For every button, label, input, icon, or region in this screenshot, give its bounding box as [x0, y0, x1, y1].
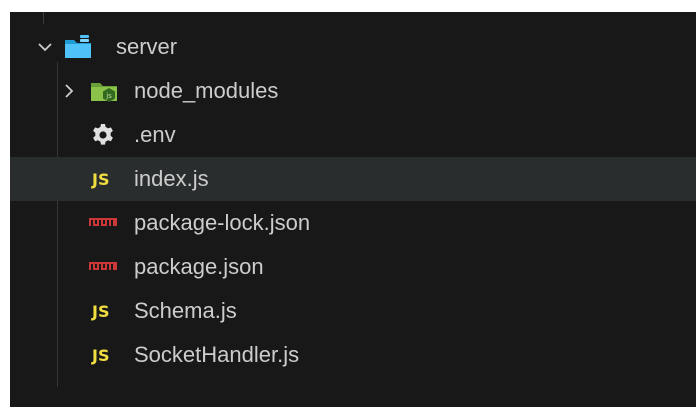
- node-modules-folder-icon: js: [90, 78, 118, 104]
- file-explorer-tree: server js node_modules .env JS index.js …: [10, 12, 696, 407]
- file-label-package-lock-json: package-lock.json: [134, 210, 311, 235]
- js-icon: JS: [92, 345, 110, 365]
- indent-guide-top: [43, 12, 44, 24]
- file-row-env[interactable]: .env: [10, 113, 696, 157]
- js-icon: JS: [92, 169, 110, 189]
- file-label-package-json: package.json: [134, 254, 264, 279]
- folder-row-server[interactable]: server: [10, 25, 696, 69]
- file-row-schema-js[interactable]: JS Schema.js: [10, 289, 696, 333]
- file-label-index-js: index.js: [134, 166, 209, 191]
- npm-icon: [88, 261, 118, 273]
- svg-text:js: js: [105, 92, 112, 100]
- file-row-package-json[interactable]: package.json: [10, 245, 696, 289]
- file-label-schema-js: Schema.js: [134, 298, 237, 323]
- folder-label-server: server: [116, 34, 178, 59]
- file-row-package-lock-json[interactable]: package-lock.json: [10, 201, 696, 245]
- folder-row-node-modules[interactable]: js node_modules: [10, 69, 696, 113]
- file-row-sockethandler-js[interactable]: JS SocketHandler.js: [10, 333, 696, 377]
- chevron-right-icon[interactable]: [58, 80, 80, 102]
- file-label-sockethandler-js: SocketHandler.js: [134, 342, 300, 367]
- js-icon: JS: [92, 301, 110, 321]
- chevron-down-icon[interactable]: [34, 36, 56, 58]
- file-label-env: .env: [134, 122, 176, 147]
- gear-icon: [90, 122, 116, 148]
- folder-label-node-modules: node_modules: [134, 78, 279, 103]
- npm-icon: [88, 217, 118, 229]
- server-folder-icon: [64, 33, 92, 61]
- file-row-index-js[interactable]: JS index.js: [10, 157, 696, 201]
